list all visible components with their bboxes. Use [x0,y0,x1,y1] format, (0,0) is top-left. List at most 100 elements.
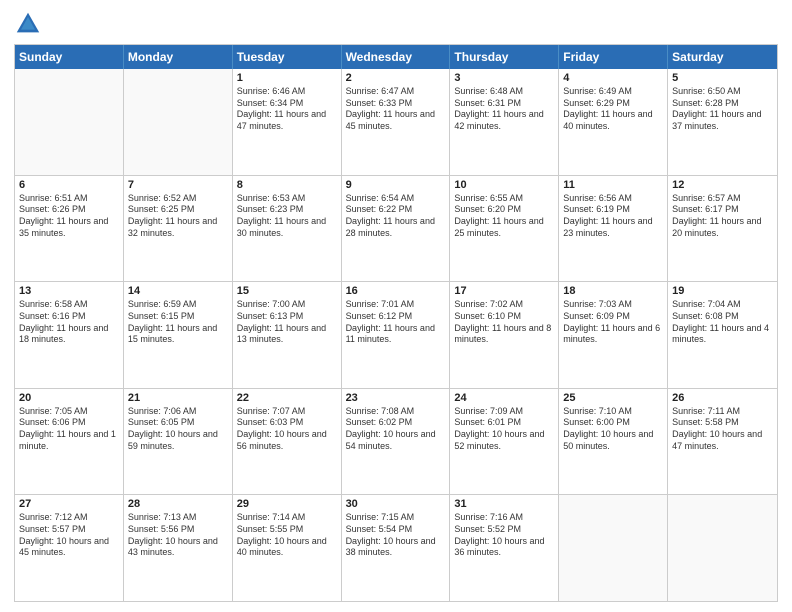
calendar-body: 1 Sunrise: 6:46 AM Sunset: 6:34 PM Daylig… [15,69,777,601]
cal-header-wednesday: Wednesday [342,45,451,69]
logo [14,10,46,38]
cal-cell [559,495,668,601]
cal-cell-content: Sunrise: 7:06 AM Sunset: 6:05 PM Dayligh… [128,406,228,453]
cal-day-number: 28 [128,498,228,510]
cal-cell-content: Sunrise: 6:47 AM Sunset: 6:33 PM Dayligh… [346,86,446,133]
cal-cell-content: Sunrise: 6:52 AM Sunset: 6:25 PM Dayligh… [128,193,228,240]
cal-cell-content: Sunrise: 7:14 AM Sunset: 5:55 PM Dayligh… [237,512,337,559]
cal-week-3: 13Sunrise: 6:58 AM Sunset: 6:16 PM Dayli… [15,281,777,388]
cal-day-number: 19 [672,285,773,297]
cal-cell [668,495,777,601]
cal-cell-content: Sunrise: 6:59 AM Sunset: 6:15 PM Dayligh… [128,299,228,346]
logo-icon [14,10,42,38]
cal-header-tuesday: Tuesday [233,45,342,69]
cal-cell: 26 Sunrise: 7:11 AM Sunset: 5:58 PM Dayli… [668,389,777,495]
cal-week-4: 20Sunrise: 7:05 AM Sunset: 6:06 PM Dayli… [15,388,777,495]
cal-cell-content: Sunrise: 6:57 AM Sunset: 6:17 PM Dayligh… [672,193,773,240]
cal-cell [124,69,233,175]
cal-cell: 21 Sunrise: 7:06 AM Sunset: 6:05 PM Dayli… [124,389,233,495]
page: SundayMondayTuesdayWednesdayThursdayFrid… [0,0,792,612]
cal-day-number: 9 [346,179,446,191]
cal-week-1: 1 Sunrise: 6:46 AM Sunset: 6:34 PM Daylig… [15,69,777,175]
cal-day-number: 26 [672,392,773,404]
cal-cell: 23 Sunrise: 7:08 AM Sunset: 6:02 PM Dayli… [342,389,451,495]
cal-cell: 25 Sunrise: 7:10 AM Sunset: 6:00 PM Dayli… [559,389,668,495]
cal-cell: 10Sunrise: 6:55 AM Sunset: 6:20 PM Dayli… [450,176,559,282]
cal-cell-content: Sunrise: 7:13 AM Sunset: 5:56 PM Dayligh… [128,512,228,559]
cal-header-sunday: Sunday [15,45,124,69]
cal-day-number: 12 [672,179,773,191]
cal-cell-content: Sunrise: 6:49 AM Sunset: 6:29 PM Dayligh… [563,86,663,133]
cal-day-number: 6 [19,179,119,191]
cal-cell: 29 Sunrise: 7:14 AM Sunset: 5:55 PM Dayli… [233,495,342,601]
cal-day-number: 15 [237,285,337,297]
cal-cell-content: Sunrise: 6:55 AM Sunset: 6:20 PM Dayligh… [454,193,554,240]
cal-cell: 12 Sunrise: 6:57 AM Sunset: 6:17 PM Dayli… [668,176,777,282]
cal-cell-content: Sunrise: 6:56 AM Sunset: 6:19 PM Dayligh… [563,193,663,240]
cal-cell: 1 Sunrise: 6:46 AM Sunset: 6:34 PM Daylig… [233,69,342,175]
cal-header-friday: Friday [559,45,668,69]
cal-cell-content: Sunrise: 6:53 AM Sunset: 6:23 PM Dayligh… [237,193,337,240]
cal-day-number: 5 [672,72,773,84]
cal-cell-content: Sunrise: 6:54 AM Sunset: 6:22 PM Dayligh… [346,193,446,240]
cal-week-2: 6 Sunrise: 6:51 AM Sunset: 6:26 PM Daylig… [15,175,777,282]
cal-cell-content: Sunrise: 7:04 AM Sunset: 6:08 PM Dayligh… [672,299,773,346]
cal-day-number: 21 [128,392,228,404]
cal-cell-content: Sunrise: 6:48 AM Sunset: 6:31 PM Dayligh… [454,86,554,133]
cal-day-number: 27 [19,498,119,510]
cal-cell: 30 Sunrise: 7:15 AM Sunset: 5:54 PM Dayli… [342,495,451,601]
header [14,10,778,38]
cal-cell: 11Sunrise: 6:56 AM Sunset: 6:19 PM Dayli… [559,176,668,282]
cal-day-number: 17 [454,285,554,297]
cal-cell-content: Sunrise: 7:16 AM Sunset: 5:52 PM Dayligh… [454,512,554,559]
cal-cell [15,69,124,175]
cal-cell: 22 Sunrise: 7:07 AM Sunset: 6:03 PM Dayli… [233,389,342,495]
cal-cell-content: Sunrise: 7:00 AM Sunset: 6:13 PM Dayligh… [237,299,337,346]
cal-cell-content: Sunrise: 7:11 AM Sunset: 5:58 PM Dayligh… [672,406,773,453]
cal-cell: 20Sunrise: 7:05 AM Sunset: 6:06 PM Dayli… [15,389,124,495]
calendar: SundayMondayTuesdayWednesdayThursdayFrid… [14,44,778,602]
cal-cell: 8Sunrise: 6:53 AM Sunset: 6:23 PM Daylig… [233,176,342,282]
cal-cell: 9 Sunrise: 6:54 AM Sunset: 6:22 PM Daylig… [342,176,451,282]
cal-cell: 16 Sunrise: 7:01 AM Sunset: 6:12 PM Dayli… [342,282,451,388]
cal-cell-content: Sunrise: 7:03 AM Sunset: 6:09 PM Dayligh… [563,299,663,346]
cal-cell: 2 Sunrise: 6:47 AM Sunset: 6:33 PM Daylig… [342,69,451,175]
cal-cell-content: Sunrise: 6:58 AM Sunset: 6:16 PM Dayligh… [19,299,119,346]
cal-cell: 31 Sunrise: 7:16 AM Sunset: 5:52 PM Dayli… [450,495,559,601]
cal-day-number: 1 [237,72,337,84]
cal-day-number: 30 [346,498,446,510]
cal-cell: 3Sunrise: 6:48 AM Sunset: 6:31 PM Daylig… [450,69,559,175]
cal-day-number: 22 [237,392,337,404]
cal-cell: 19 Sunrise: 7:04 AM Sunset: 6:08 PM Dayli… [668,282,777,388]
cal-cell-content: Sunrise: 7:02 AM Sunset: 6:10 PM Dayligh… [454,299,554,346]
cal-cell-content: Sunrise: 7:07 AM Sunset: 6:03 PM Dayligh… [237,406,337,453]
cal-cell-content: Sunrise: 7:08 AM Sunset: 6:02 PM Dayligh… [346,406,446,453]
cal-cell-content: Sunrise: 6:51 AM Sunset: 6:26 PM Dayligh… [19,193,119,240]
cal-day-number: 25 [563,392,663,404]
cal-day-number: 29 [237,498,337,510]
cal-cell-content: Sunrise: 6:46 AM Sunset: 6:34 PM Dayligh… [237,86,337,133]
cal-day-number: 7 [128,179,228,191]
cal-cell: 17 Sunrise: 7:02 AM Sunset: 6:10 PM Dayli… [450,282,559,388]
cal-day-number: 16 [346,285,446,297]
cal-cell-content: Sunrise: 7:12 AM Sunset: 5:57 PM Dayligh… [19,512,119,559]
cal-header-thursday: Thursday [450,45,559,69]
cal-cell: 24Sunrise: 7:09 AM Sunset: 6:01 PM Dayli… [450,389,559,495]
cal-day-number: 31 [454,498,554,510]
cal-cell-content: Sunrise: 7:10 AM Sunset: 6:00 PM Dayligh… [563,406,663,453]
cal-cell: 15 Sunrise: 7:00 AM Sunset: 6:13 PM Dayli… [233,282,342,388]
cal-cell: 27 Sunrise: 7:12 AM Sunset: 5:57 PM Dayli… [15,495,124,601]
cal-day-number: 4 [563,72,663,84]
cal-cell-content: Sunrise: 7:01 AM Sunset: 6:12 PM Dayligh… [346,299,446,346]
cal-day-number: 23 [346,392,446,404]
cal-cell-content: Sunrise: 7:15 AM Sunset: 5:54 PM Dayligh… [346,512,446,559]
cal-cell: 7 Sunrise: 6:52 AM Sunset: 6:25 PM Daylig… [124,176,233,282]
cal-cell: 13Sunrise: 6:58 AM Sunset: 6:16 PM Dayli… [15,282,124,388]
cal-day-number: 2 [346,72,446,84]
cal-day-number: 20 [19,392,119,404]
cal-cell: 14 Sunrise: 6:59 AM Sunset: 6:15 PM Dayli… [124,282,233,388]
cal-day-number: 14 [128,285,228,297]
calendar-header-row: SundayMondayTuesdayWednesdayThursdayFrid… [15,45,777,69]
cal-header-saturday: Saturday [668,45,777,69]
cal-cell: 5Sunrise: 6:50 AM Sunset: 6:28 PM Daylig… [668,69,777,175]
